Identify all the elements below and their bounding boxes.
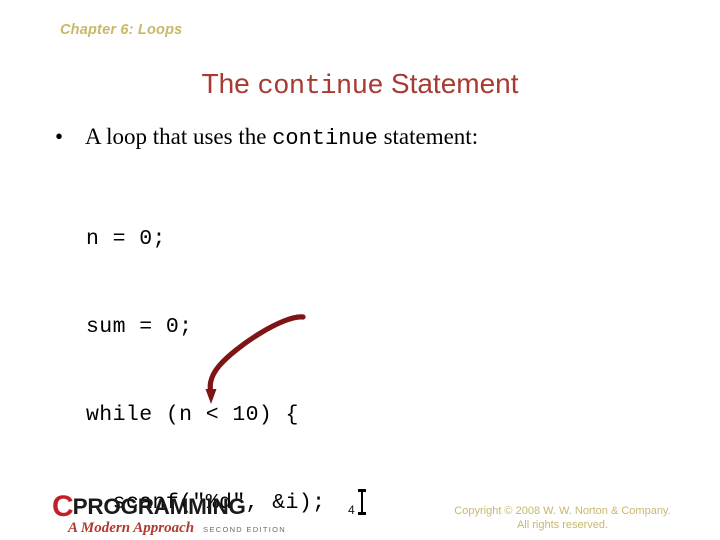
title-suffix: Statement bbox=[383, 68, 519, 99]
logo-subtitle-row: A Modern Approach SECOND EDITION bbox=[52, 520, 292, 537]
copyright-line-1: Copyright © 2008 W. W. Norton & Company. bbox=[454, 505, 671, 517]
logo-title-row: C PROGRAMMING bbox=[52, 490, 292, 523]
bullet-text-before: A loop that uses the bbox=[85, 124, 273, 149]
copyright-notice: Copyright © 2008 W. W. Norton & Company.… bbox=[430, 504, 695, 532]
page-title: The continue Statement bbox=[0, 68, 720, 102]
copyright-line-2: All rights reserved. bbox=[516, 519, 609, 531]
bullet-marker: • bbox=[55, 124, 64, 149]
bullet-item: • A loop that uses the continue statement… bbox=[55, 124, 695, 151]
page-number: 4 bbox=[348, 503, 355, 517]
title-keyword: continue bbox=[257, 72, 384, 102]
bullet-text: A loop that uses the continue statement: bbox=[85, 124, 479, 151]
code-line: sum = 0; bbox=[86, 315, 193, 340]
logo-edition: SECOND EDITION bbox=[203, 525, 286, 534]
book-logo: C PROGRAMMING A Modern Approach SECOND E… bbox=[52, 490, 292, 537]
code-block: n = 0; sum = 0; while (n < 10) { scanf("… bbox=[86, 166, 485, 540]
slide-canvas: Chapter 6: Loops The continue Statement … bbox=[0, 0, 720, 540]
title-prefix: The bbox=[201, 68, 258, 99]
logo-c-letter: C bbox=[52, 490, 74, 523]
bullet-keyword: continue bbox=[272, 126, 378, 151]
text-cursor-icon bbox=[358, 489, 366, 515]
chapter-header: Chapter 6: Loops bbox=[60, 22, 183, 38]
code-line: n = 0; bbox=[86, 226, 166, 251]
code-line: while (n < 10) { bbox=[86, 403, 299, 428]
bullet-text-after: statement: bbox=[377, 124, 479, 149]
logo-programming-word: PROGRAMMING bbox=[72, 494, 246, 519]
logo-subtitle: A Modern Approach bbox=[68, 520, 195, 536]
